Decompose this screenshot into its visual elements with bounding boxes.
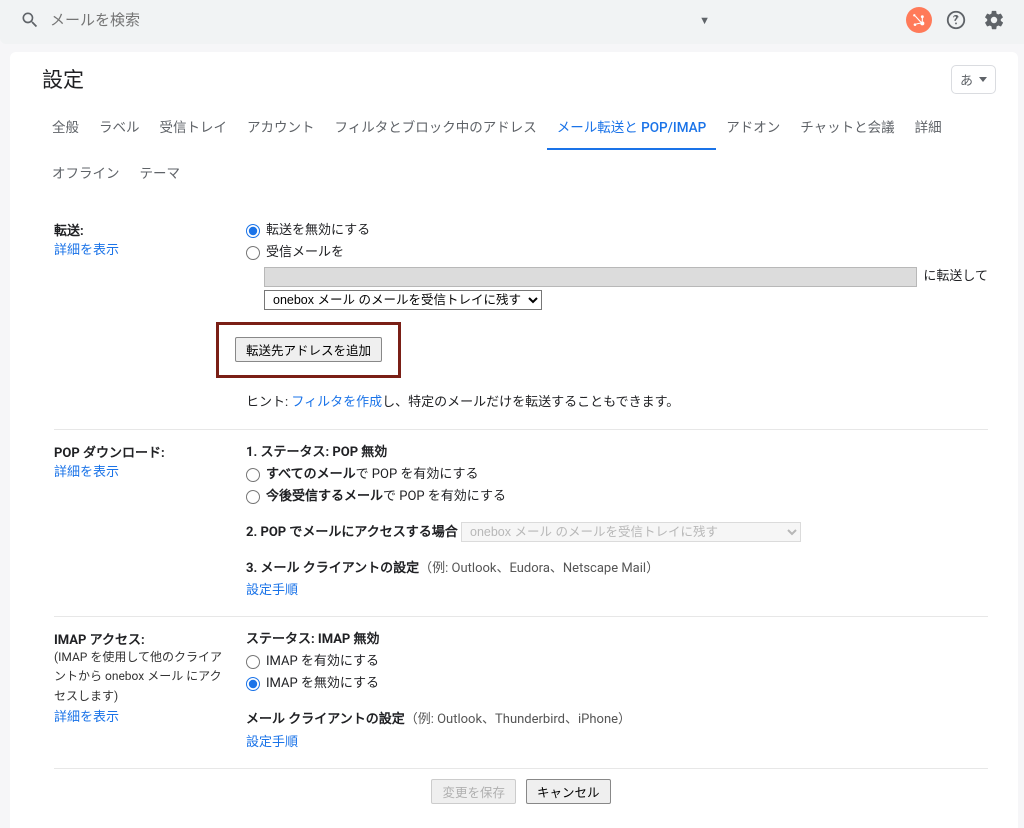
- top-bar: ▼: [0, 0, 1024, 44]
- pop-learn-more[interactable]: 詳細を表示: [54, 465, 119, 480]
- search-input[interactable]: [50, 12, 685, 29]
- imap-client-label: メール クライアントの設定（例: Outlook、Thunderbird、iPh…: [246, 712, 631, 727]
- tab-general[interactable]: 全般: [42, 108, 89, 150]
- hint-prefix: ヒント:: [246, 395, 291, 410]
- pop-enable-future-row[interactable]: 今後受信するメールで POP を有効にする: [246, 486, 988, 508]
- pop-access-select: onebox メール のメールを受信トレイに残す: [461, 522, 801, 542]
- tab-offline[interactable]: オフライン: [42, 154, 130, 194]
- tab-chat-meet[interactable]: チャットと会議: [790, 108, 904, 150]
- imap-enable-row[interactable]: IMAP を有効にする: [246, 651, 988, 673]
- header-actions: [906, 6, 1014, 34]
- imap-disable-radio[interactable]: [246, 677, 260, 691]
- search-icon: [20, 10, 40, 30]
- imap-instructions-link[interactable]: 設定手順: [246, 735, 298, 750]
- chevron-down-icon: [979, 77, 987, 82]
- imap-status-label: ステータス: IMAP 無効: [246, 629, 988, 651]
- tab-accounts[interactable]: アカウント: [237, 108, 325, 150]
- save-button: 変更を保存: [431, 779, 516, 804]
- tab-advanced[interactable]: 詳細: [905, 108, 952, 150]
- settings-panel: 設定 あ 全般 ラベル 受信トレイ アカウント フィルタとブロック中のアドレス …: [10, 52, 1018, 828]
- forwarding-hint: ヒント: フィルタを作成し、特定のメールだけを転送することもできます。: [246, 392, 988, 414]
- tab-addons[interactable]: アドオン: [716, 108, 790, 150]
- add-forwarding-highlight: 転送先アドレスを追加: [216, 322, 401, 378]
- imap-heading: IMAP アクセス:: [54, 629, 232, 648]
- create-filter-link[interactable]: フィルタを作成: [291, 395, 382, 410]
- tab-themes[interactable]: テーマ: [130, 154, 191, 194]
- forwarding-enable-row[interactable]: 受信メールを: [246, 242, 988, 264]
- section-imap: IMAP アクセス: (IMAP を使用して他のクライアントから onebox …: [54, 617, 988, 768]
- pop-instructions-link[interactable]: 設定手順: [246, 583, 298, 598]
- add-forwarding-address-button[interactable]: 転送先アドレスを追加: [235, 337, 382, 362]
- tab-inbox[interactable]: 受信トレイ: [150, 108, 238, 150]
- hubspot-icon[interactable]: [906, 7, 932, 33]
- forwarding-keep-select[interactable]: onebox メール のメールを受信トレイに残す: [264, 290, 542, 310]
- tab-labels[interactable]: ラベル: [89, 108, 150, 150]
- search-options-toggle[interactable]: ▼: [685, 14, 724, 27]
- pop-enable-all-label: すべてのメールで POP を有効にする: [266, 464, 479, 486]
- section-pop: POP ダウンロード: 詳細を表示 1. ステータス: POP 無効 すべてのメ…: [54, 430, 988, 618]
- hint-suffix: し、特定のメールだけを転送することもできます。: [382, 395, 679, 410]
- tab-forwarding-pop-imap[interactable]: メール転送と POP/IMAP: [547, 108, 716, 150]
- pop-enable-all-radio[interactable]: [246, 468, 260, 482]
- gear-icon[interactable]: [980, 6, 1008, 34]
- forwarding-learn-more[interactable]: 詳細を表示: [54, 243, 119, 258]
- cancel-button[interactable]: キャンセル: [526, 779, 611, 804]
- forwarding-disable-label: 転送を無効にする: [266, 220, 370, 242]
- forwarding-enable-radio[interactable]: [246, 246, 260, 260]
- forwarding-disable-radio[interactable]: [246, 224, 260, 238]
- imap-disable-row[interactable]: IMAP を無効にする: [246, 673, 988, 695]
- pop-heading: POP ダウンロード:: [54, 442, 232, 461]
- section-forwarding: 転送: 詳細を表示 転送を無効にする 受信メールを に転送して: [54, 208, 988, 430]
- input-tools-label: あ: [960, 70, 973, 89]
- imap-enable-label: IMAP を有効にする: [266, 651, 379, 673]
- pop-client-label: 3. メール クライアントの設定（例: Outlook、Eudora、Netsc…: [246, 561, 659, 576]
- input-tools-button[interactable]: あ: [951, 65, 996, 94]
- imap-learn-more[interactable]: 詳細を表示: [54, 710, 119, 725]
- forwarding-disable-row[interactable]: 転送を無効にする: [246, 220, 988, 242]
- help-icon[interactable]: [942, 6, 970, 34]
- forwarding-address-field[interactable]: [264, 267, 917, 287]
- forwarding-suffix-text: に転送して: [923, 266, 988, 288]
- imap-subnote: (IMAP を使用して他のクライアントから onebox メール にアクセスしま…: [54, 648, 232, 706]
- pop-access-label: 2. POP でメールにアクセスする場合: [246, 525, 458, 540]
- pop-enable-future-label: 今後受信するメールで POP を有効にする: [266, 486, 506, 508]
- pop-enable-future-radio[interactable]: [246, 490, 260, 504]
- pop-enable-all-row[interactable]: すべてのメールで POP を有効にする: [246, 464, 988, 486]
- forwarding-enable-label: 受信メールを: [266, 242, 344, 264]
- tab-filters[interactable]: フィルタとブロック中のアドレス: [325, 108, 547, 150]
- footer-buttons: 変更を保存 キャンセル: [54, 769, 988, 808]
- page-title: 設定: [42, 64, 84, 94]
- forwarding-heading: 転送:: [54, 220, 232, 239]
- settings-tabs: 全般 ラベル 受信トレイ アカウント フィルタとブロック中のアドレス メール転送…: [10, 98, 1018, 200]
- search-box[interactable]: ▼: [10, 6, 730, 34]
- pop-status-label: 1. ステータス: POP 無効: [246, 442, 988, 464]
- imap-enable-radio[interactable]: [246, 655, 260, 669]
- imap-disable-label: IMAP を無効にする: [266, 673, 379, 695]
